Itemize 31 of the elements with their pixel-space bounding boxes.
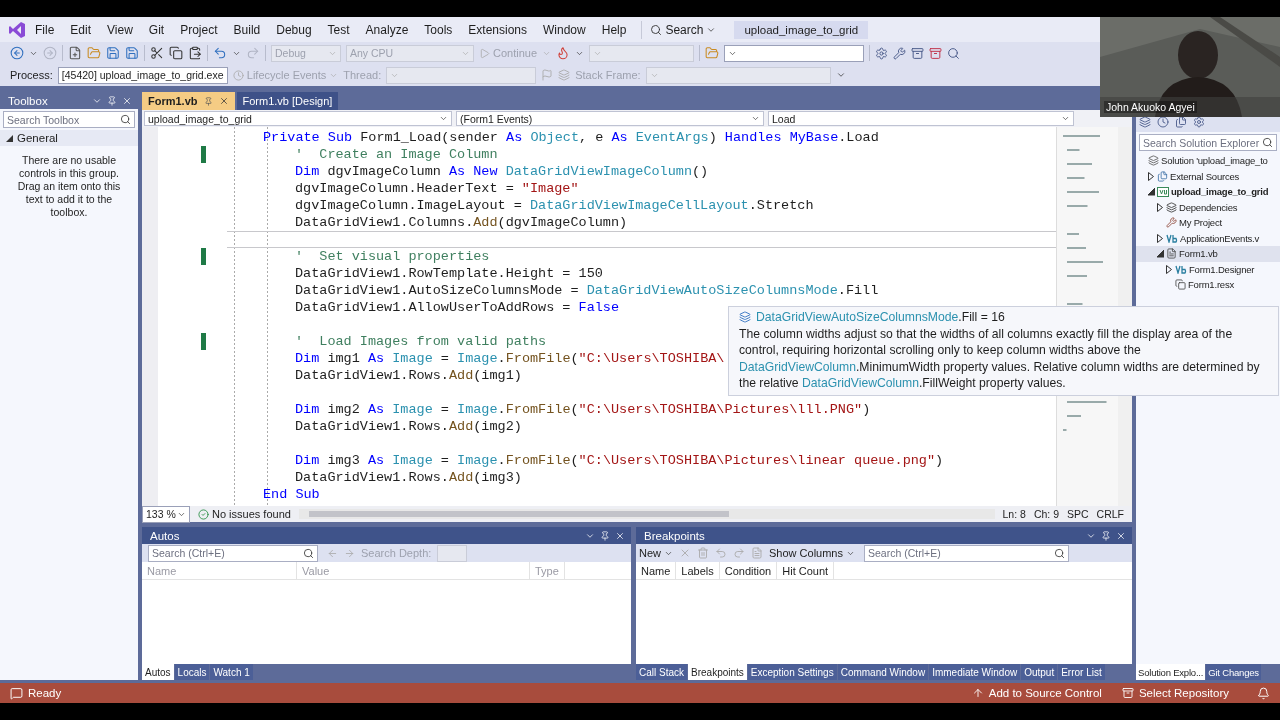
code-line: dgvImageColumn.ImageLayout = DataGridViewImageCellLayout.Stretch bbox=[294, 197, 814, 214]
code-line: ' Load Images from valid paths bbox=[294, 333, 547, 350]
process-label: Process: bbox=[10, 69, 53, 81]
empty-message: There are no usable controls in this group. Drag an item onto this text to add it to the toolbox. bbox=[16, 153, 122, 220]
code-line: Dim dgvImageColumn As New DataGridViewImageColumn() bbox=[294, 163, 709, 180]
code-line: DataGridView1.AutoSizeColumnsMode = DataGridViewAutoSizeColumnsMode.Fill bbox=[294, 282, 879, 299]
tooltip-signature: DataGridViewAutoSizeColumnsMode.Fill = 16 bbox=[756, 309, 1005, 326]
code-line: End Sub bbox=[262, 486, 320, 503]
tooltip-description: The column widths adjust so that the widths of all columns exactly fill the display area of the control, requiring horizontal scrolling only to keep column widths above the DataGridViewColumn.MinimumWidth property values. Relative column widths are determined by the relative DataGridViewColumn.FillWeight property values. bbox=[739, 325, 1261, 392]
code-line: ' Set visual properties bbox=[294, 248, 490, 265]
panel-title: Autos bbox=[150, 529, 180, 542]
panel-title: Toolbox bbox=[8, 94, 48, 107]
status-message: Ready bbox=[10, 686, 62, 700]
code-line: Dim img2 As Image = Image.FromFile("C:\Users\TOSHIBA\Pictures\lll.PNG") bbox=[294, 401, 871, 418]
stack-frame-label: Stack Frame: bbox=[575, 69, 641, 81]
code-line: Private Sub Form1_Load(sender As Object, e As EventArgs) Handles MyBase.Load bbox=[262, 129, 879, 146]
solution-name: upload_image_to_grid bbox=[734, 20, 869, 39]
code-line: DataGridView1.Columns.Add(dgvImageColumn) bbox=[294, 214, 628, 231]
participant-name: John Akuoko Agyei bbox=[1104, 101, 1197, 113]
thread-label: Thread: bbox=[343, 69, 382, 81]
code-line: DataGridView1.RowTemplate.Height = 150 bbox=[294, 265, 603, 282]
panel-title: Breakpoints bbox=[644, 529, 705, 542]
code-line: DataGridView1.Rows.Add(img1) bbox=[294, 367, 522, 384]
code-line: Dim img3 As Image = Image.FromFile("C:\Users\TOSHIBA\Pictures\linear queue.png") bbox=[294, 452, 944, 469]
search-depth-label: Search Depth: bbox=[361, 547, 432, 559]
code-line: DataGridView1.Rows.Add(img3) bbox=[294, 469, 522, 486]
code-line: dgvImageColumn.HeaderText = "Image" bbox=[294, 180, 579, 197]
code-line: DataGridView1.Rows.Add(img2) bbox=[294, 418, 522, 435]
code-line: Dim img1 As Image = Image.FromFile("C:\Users\TOSHIBA\ bbox=[294, 350, 725, 367]
code-line: DataGridView1.AllowUserToAddRows = False bbox=[294, 299, 620, 316]
code-line: ' Create an Image Column bbox=[294, 146, 498, 163]
